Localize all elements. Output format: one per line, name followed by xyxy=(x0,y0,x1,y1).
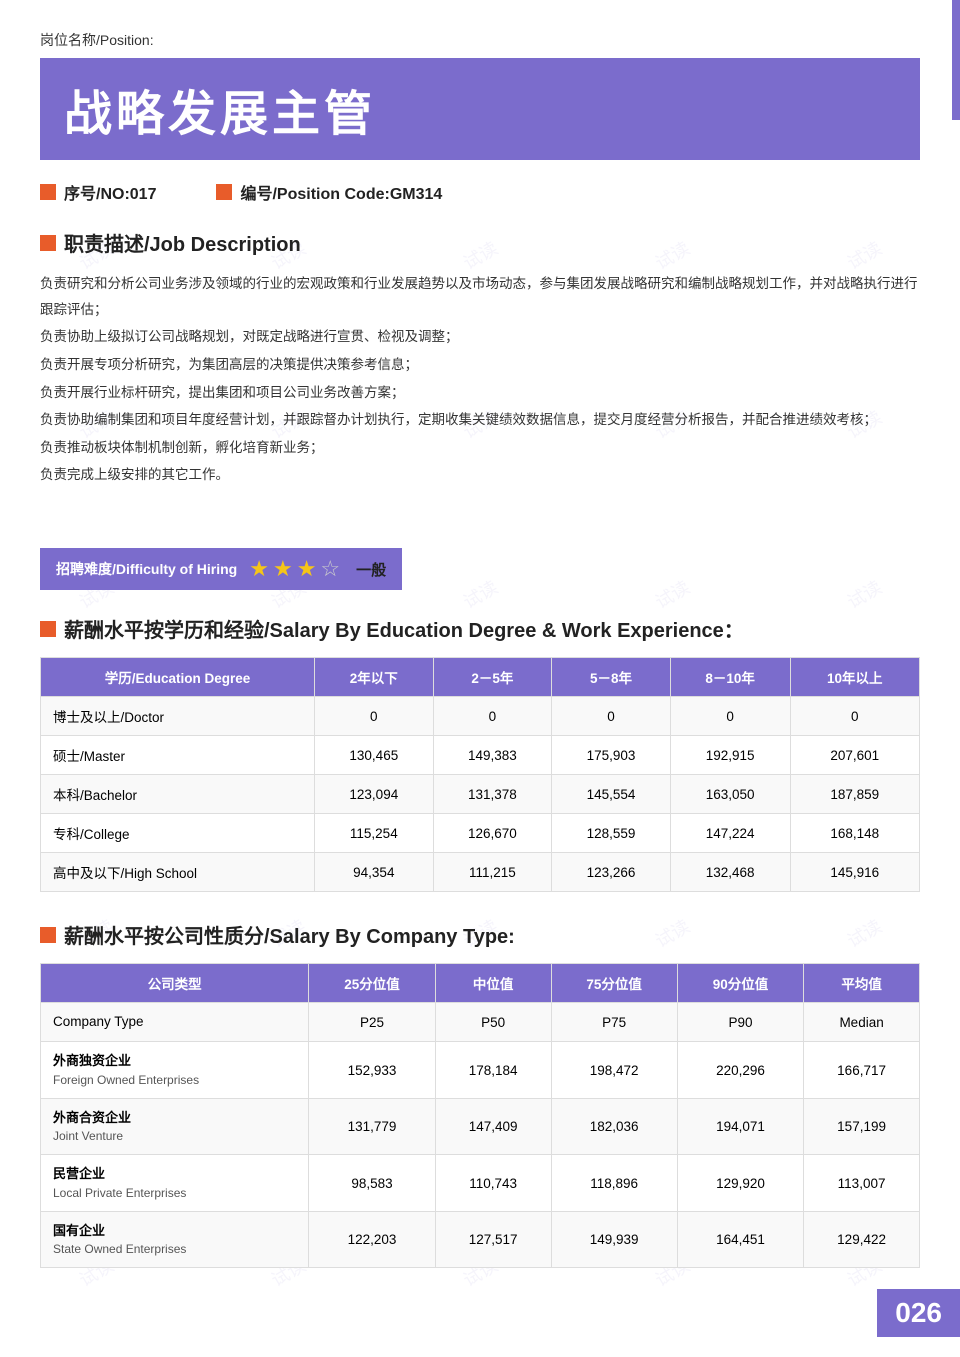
title-block: 战略发展主管 xyxy=(40,58,920,160)
job-desc-line-1: 负责研究和分析公司业务涉及领域的行业的宏观政策和行业发展趋势以及市场动态，参与集… xyxy=(40,271,920,322)
col-under2: 2年以下 xyxy=(315,658,434,697)
salary-company-header: 薪酬水平按公司性质分/Salary By Company Type: xyxy=(40,920,920,949)
job-desc-line-4: 负责开展行业标杆研究，提出集团和项目公司业务改善方案； xyxy=(40,380,920,406)
col-8to10: 8－10年 xyxy=(670,658,790,697)
job-desc-title: 职责描述/Job Description xyxy=(64,228,301,257)
table-row: 硕士/Master 130,465 149,383 175,903 192,91… xyxy=(41,736,920,775)
right-accent-bar xyxy=(952,0,960,120)
edu-bachelor: 本科/Bachelor xyxy=(41,775,315,814)
salary-company-title: 薪酬水平按公司性质分/Salary By Company Type: xyxy=(64,920,515,949)
table-row: 外商合资企业 Joint Venture 131,779 147,409 182… xyxy=(41,1098,920,1155)
col-p25: 25分位值 xyxy=(309,964,435,1003)
job-desc-line-7: 负责完成上级安排的其它工作。 xyxy=(40,462,920,488)
difficulty-text: 一般 xyxy=(356,559,386,580)
orange-square-icon-3 xyxy=(40,235,56,251)
difficulty-label: 招聘难度/Difficulty of Hiring xyxy=(56,559,237,579)
job-desc-section-header: 职责描述/Job Description xyxy=(40,228,920,257)
orange-square-icon-4 xyxy=(40,621,56,637)
info-row: 序号/NO:017 编号/Position Code:GM314 xyxy=(40,180,920,204)
company-state-owned: 国有企业 State Owned Enterprises xyxy=(41,1211,309,1268)
edu-college: 专科/College xyxy=(41,814,315,853)
salary-company-table: 公司类型 25分位值 中位值 75分位值 90分位值 平均值 Company T… xyxy=(40,963,920,1268)
stars-rating: ★ ★ ★ ☆ xyxy=(249,556,340,582)
col-2to5: 2－5年 xyxy=(433,658,552,697)
col-over10: 10年以上 xyxy=(790,658,919,697)
table-row: 本科/Bachelor 123,094 131,378 145,554 163,… xyxy=(41,775,920,814)
company-table-header-row: 公司类型 25分位值 中位值 75分位值 90分位值 平均值 xyxy=(41,964,920,1003)
difficulty-block: 招聘难度/Difficulty of Hiring ★ ★ ★ ☆ 一般 xyxy=(40,548,402,590)
position-label: 岗位名称/Position: xyxy=(40,30,920,50)
page-title: 战略发展主管 xyxy=(64,74,896,144)
orange-square-icon-5 xyxy=(40,927,56,943)
table-row: 国有企业 State Owned Enterprises 122,203 127… xyxy=(41,1211,920,1268)
orange-square-icon-2 xyxy=(216,184,232,200)
table-row: Company Type P25 P50 P75 P90 Median xyxy=(41,1003,920,1042)
col-p75: 75分位值 xyxy=(551,964,677,1003)
star-3: ★ xyxy=(297,556,317,582)
col-median: 中位值 xyxy=(435,964,551,1003)
table-row: 外商独资企业 Foreign Owned Enterprises 152,933… xyxy=(41,1042,920,1099)
page-number: 026 xyxy=(877,1289,960,1337)
col-mean: 平均值 xyxy=(804,964,920,1003)
code-info: 编号/Position Code:GM314 xyxy=(216,180,442,204)
table-row: 专科/College 115,254 126,670 128,559 147,2… xyxy=(41,814,920,853)
no-info: 序号/NO:017 xyxy=(40,180,156,204)
col-5to8: 5－8年 xyxy=(552,658,671,697)
job-desc-line-6: 负责推动板块体制机制创新，孵化培育新业务； xyxy=(40,435,920,461)
edu-doctor: 博士及以上/Doctor xyxy=(41,697,315,736)
salary-edu-header: 薪酬水平按学历和经验/Salary By Education Degree & … xyxy=(40,614,920,643)
orange-square-icon xyxy=(40,184,56,200)
edu-highschool: 高中及以下/High School xyxy=(41,853,315,892)
col-company-type: 公司类型 xyxy=(41,964,309,1003)
table-row: 博士及以上/Doctor 0 0 0 0 0 xyxy=(41,697,920,736)
edu-master: 硕士/Master xyxy=(41,736,315,775)
job-description: 负责研究和分析公司业务涉及领域的行业的宏观政策和行业发展趋势以及市场动态，参与集… xyxy=(40,271,920,488)
company-foreign-owned: 外商独资企业 Foreign Owned Enterprises xyxy=(41,1042,309,1099)
job-desc-line-2: 负责协助上级拟订公司战略规划，对既定战略进行宣贯、检视及调整； xyxy=(40,324,920,350)
salary-edu-section: 薪酬水平按学历和经验/Salary By Education Degree & … xyxy=(40,614,920,892)
col-p90: 90分位值 xyxy=(677,964,803,1003)
salary-company-section: 薪酬水平按公司性质分/Salary By Company Type: 公司类型 … xyxy=(40,920,920,1268)
job-desc-line-3: 负责开展专项分析研究，为集团高层的决策提供决策参考信息； xyxy=(40,352,920,378)
salary-edu-table: 学历/Education Degree 2年以下 2－5年 5－8年 8－10年… xyxy=(40,657,920,892)
star-1: ★ xyxy=(249,556,269,582)
company-local-private: 民营企业 Local Private Enterprises xyxy=(41,1155,309,1212)
code-label: 编号/Position Code:GM314 xyxy=(240,180,442,204)
star-2: ★ xyxy=(273,556,293,582)
company-joint-venture: 外商合资企业 Joint Venture xyxy=(41,1098,309,1155)
table-row: 高中及以下/High School 94,354 111,215 123,266… xyxy=(41,853,920,892)
table-header-row: 学历/Education Degree 2年以下 2－5年 5－8年 8－10年… xyxy=(41,658,920,697)
job-desc-line-5: 负责协助编制集团和项目年度经营计划，并跟踪督办计划执行，定期收集关键绩效数据信息… xyxy=(40,407,920,433)
no-label: 序号/NO:017 xyxy=(64,180,156,204)
star-4: ☆ xyxy=(320,556,340,582)
table-row: 民营企业 Local Private Enterprises 98,583 11… xyxy=(41,1155,920,1212)
salary-edu-title: 薪酬水平按学历和经验/Salary By Education Degree & … xyxy=(64,614,744,643)
col-education: 学历/Education Degree xyxy=(41,658,315,697)
company-type-label: Company Type xyxy=(41,1003,309,1042)
